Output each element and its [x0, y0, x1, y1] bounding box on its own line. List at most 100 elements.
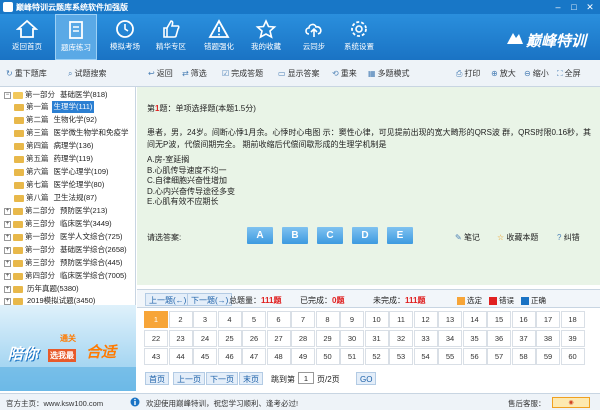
question-number-cell[interactable]: 36: [487, 329, 511, 347]
expand-icon[interactable]: +: [4, 259, 11, 267]
question-number-cell[interactable]: 10: [364, 311, 389, 328]
expand-icon[interactable]: +: [4, 246, 11, 254]
nav-home[interactable]: 返回首页: [6, 14, 48, 60]
tree-chapter[interactable]: 第七篇 医学伦理学(80): [14, 179, 106, 191]
tree-node-part[interactable]: + 第二部分 预防医学(213): [4, 205, 110, 217]
answer-button-d[interactable]: D: [352, 227, 378, 244]
question-number-cell[interactable]: 17: [536, 311, 560, 328]
question-number-cell[interactable]: 54: [413, 348, 438, 365]
nav-question-bank[interactable]: 题库练习: [55, 14, 97, 60]
question-number-cell[interactable]: 57: [487, 348, 511, 365]
show-answer-button[interactable]: ▭ 显示答案: [278, 68, 320, 79]
expand-icon[interactable]: +: [4, 272, 11, 280]
question-number-cell[interactable]: 37: [511, 329, 536, 347]
question-number-cell[interactable]: 27: [266, 329, 291, 347]
nav-cloud-sync[interactable]: 云同步: [293, 14, 335, 60]
question-number-cell[interactable]: 35: [462, 329, 487, 347]
tree-node-part[interactable]: + 第一部分 基础医学综合(2658): [4, 244, 129, 256]
official-site[interactable]: 官方主页：www.ksw100.com: [6, 398, 103, 409]
next-question-button[interactable]: 下一题(→): [187, 293, 233, 306]
tree-chapter[interactable]: 第四篇 病理学(136): [14, 140, 96, 152]
question-number-cell[interactable]: 18: [560, 311, 585, 328]
maximize-button[interactable]: □: [568, 1, 580, 13]
close-button[interactable]: ✕: [584, 1, 596, 13]
tree-chapter[interactable]: 第五篇 药理学(119): [14, 153, 95, 165]
question-number-cell[interactable]: 13: [438, 311, 462, 328]
question-number-cell[interactable]: 26: [242, 329, 266, 347]
tree-chapter[interactable]: 第六篇 医学心理学(109): [14, 166, 111, 178]
tree-chapter[interactable]: 第二篇 生物化学(92): [14, 114, 99, 126]
question-number-cell[interactable]: 34: [438, 329, 462, 347]
search-questions-button[interactable]: ⌕ 试题搜索: [68, 68, 106, 79]
favorite-button[interactable]: ☆ 收藏本题: [497, 232, 538, 243]
tree-node-part[interactable]: +2019模拟试题(3450): [4, 295, 97, 305]
reload-bank-button[interactable]: ↻ 重下题库: [6, 68, 47, 79]
prev-question-button[interactable]: 上一题(←): [145, 293, 191, 306]
nav-favorites[interactable]: 我的收藏: [245, 14, 287, 60]
question-number-cell[interactable]: 22: [144, 329, 168, 347]
question-number-cell[interactable]: 30: [340, 329, 364, 347]
question-number-cell[interactable]: 5: [242, 311, 266, 328]
question-number-cell[interactable]: 33: [413, 329, 438, 347]
question-number-cell[interactable]: 38: [536, 329, 560, 347]
next-page-button[interactable]: 下一页: [206, 372, 238, 385]
question-number-cell[interactable]: 52: [364, 348, 389, 365]
filter-button[interactable]: ⇄ 筛选: [182, 68, 207, 79]
tree-node-part[interactable]: + 第三部分 预防医学综合(445): [4, 257, 125, 269]
nav-wrong-drill[interactable]: 错题强化: [198, 14, 240, 60]
question-number-cell[interactable]: 23: [168, 329, 193, 347]
question-number-cell[interactable]: 25: [217, 329, 242, 347]
question-number-cell[interactable]: 53: [389, 348, 413, 365]
expand-icon[interactable]: +: [4, 220, 11, 228]
question-number-cell[interactable]: 24: [193, 329, 217, 347]
nav-essentials[interactable]: 精华专区: [150, 14, 192, 60]
question-number-cell[interactable]: 45: [193, 348, 217, 365]
question-number-cell[interactable]: 2: [168, 311, 193, 328]
answer-button-a[interactable]: A: [247, 227, 273, 244]
option-a[interactable]: A.房-室延搁: [147, 155, 235, 166]
question-number-cell[interactable]: 48: [266, 348, 291, 365]
print-button[interactable]: ⎙ 打印: [456, 68, 480, 79]
question-number-cell[interactable]: 49: [291, 348, 315, 365]
expand-icon[interactable]: +: [4, 285, 11, 293]
question-number-cell[interactable]: 1: [144, 311, 168, 328]
question-number-cell[interactable]: 39: [560, 329, 585, 347]
question-number-cell[interactable]: 6: [266, 311, 291, 328]
question-number-cell[interactable]: 44: [168, 348, 193, 365]
tree-node-part[interactable]: + 第一部分 医学人文综合(725): [4, 231, 125, 243]
question-number-cell[interactable]: 32: [389, 329, 413, 347]
go-button[interactable]: GO: [356, 372, 377, 385]
nav-mock-exam[interactable]: 模拟考场: [104, 14, 146, 60]
question-number-cell[interactable]: 7: [291, 311, 315, 328]
question-number-cell[interactable]: 4: [217, 311, 242, 328]
question-number-cell[interactable]: 60: [560, 348, 585, 365]
note-button[interactable]: ✎ 笔记: [455, 232, 480, 243]
collapse-icon[interactable]: −: [4, 91, 11, 99]
question-number-cell[interactable]: 50: [315, 348, 340, 365]
prev-page-button[interactable]: 上一页: [173, 372, 205, 385]
answer-button-b[interactable]: B: [282, 227, 308, 244]
finish-answering-button[interactable]: ☑ 完成答题: [222, 68, 263, 79]
question-number-cell[interactable]: 43: [144, 348, 168, 365]
question-number-cell[interactable]: 46: [217, 348, 242, 365]
report-error-button[interactable]: ? 纠错: [557, 232, 580, 243]
question-number-cell[interactable]: 28: [291, 329, 315, 347]
tree-node-part[interactable]: + 第三部分 临床医学(3449): [4, 218, 114, 230]
tree-chapter[interactable]: 第一篇 生理学(111): [14, 101, 95, 113]
expand-icon[interactable]: +: [4, 233, 11, 241]
back-button[interactable]: ↩ 返回: [148, 68, 173, 79]
tree-node-part[interactable]: + 历年真题(5380): [4, 283, 81, 295]
tree-chapter[interactable]: 第八篇 卫生法规(87): [14, 192, 99, 204]
question-number-cell[interactable]: 56: [462, 348, 487, 365]
multi-question-mode-button[interactable]: ▦ 多题模式: [368, 68, 410, 79]
question-number-cell[interactable]: 8: [315, 311, 340, 328]
page-input[interactable]: 1: [298, 372, 314, 384]
question-number-cell[interactable]: 12: [413, 311, 438, 328]
expand-icon[interactable]: +: [4, 207, 11, 215]
question-number-cell[interactable]: 59: [536, 348, 560, 365]
option-b[interactable]: B.心肌传导速度不均一: [147, 166, 235, 177]
promo-banner[interactable]: 陪你 通关 选我最 合适: [0, 305, 136, 391]
chat-online-badge[interactable]: ◉: [552, 397, 590, 408]
nav-settings[interactable]: 系统设置: [338, 14, 380, 60]
minimize-button[interactable]: –: [552, 1, 564, 13]
